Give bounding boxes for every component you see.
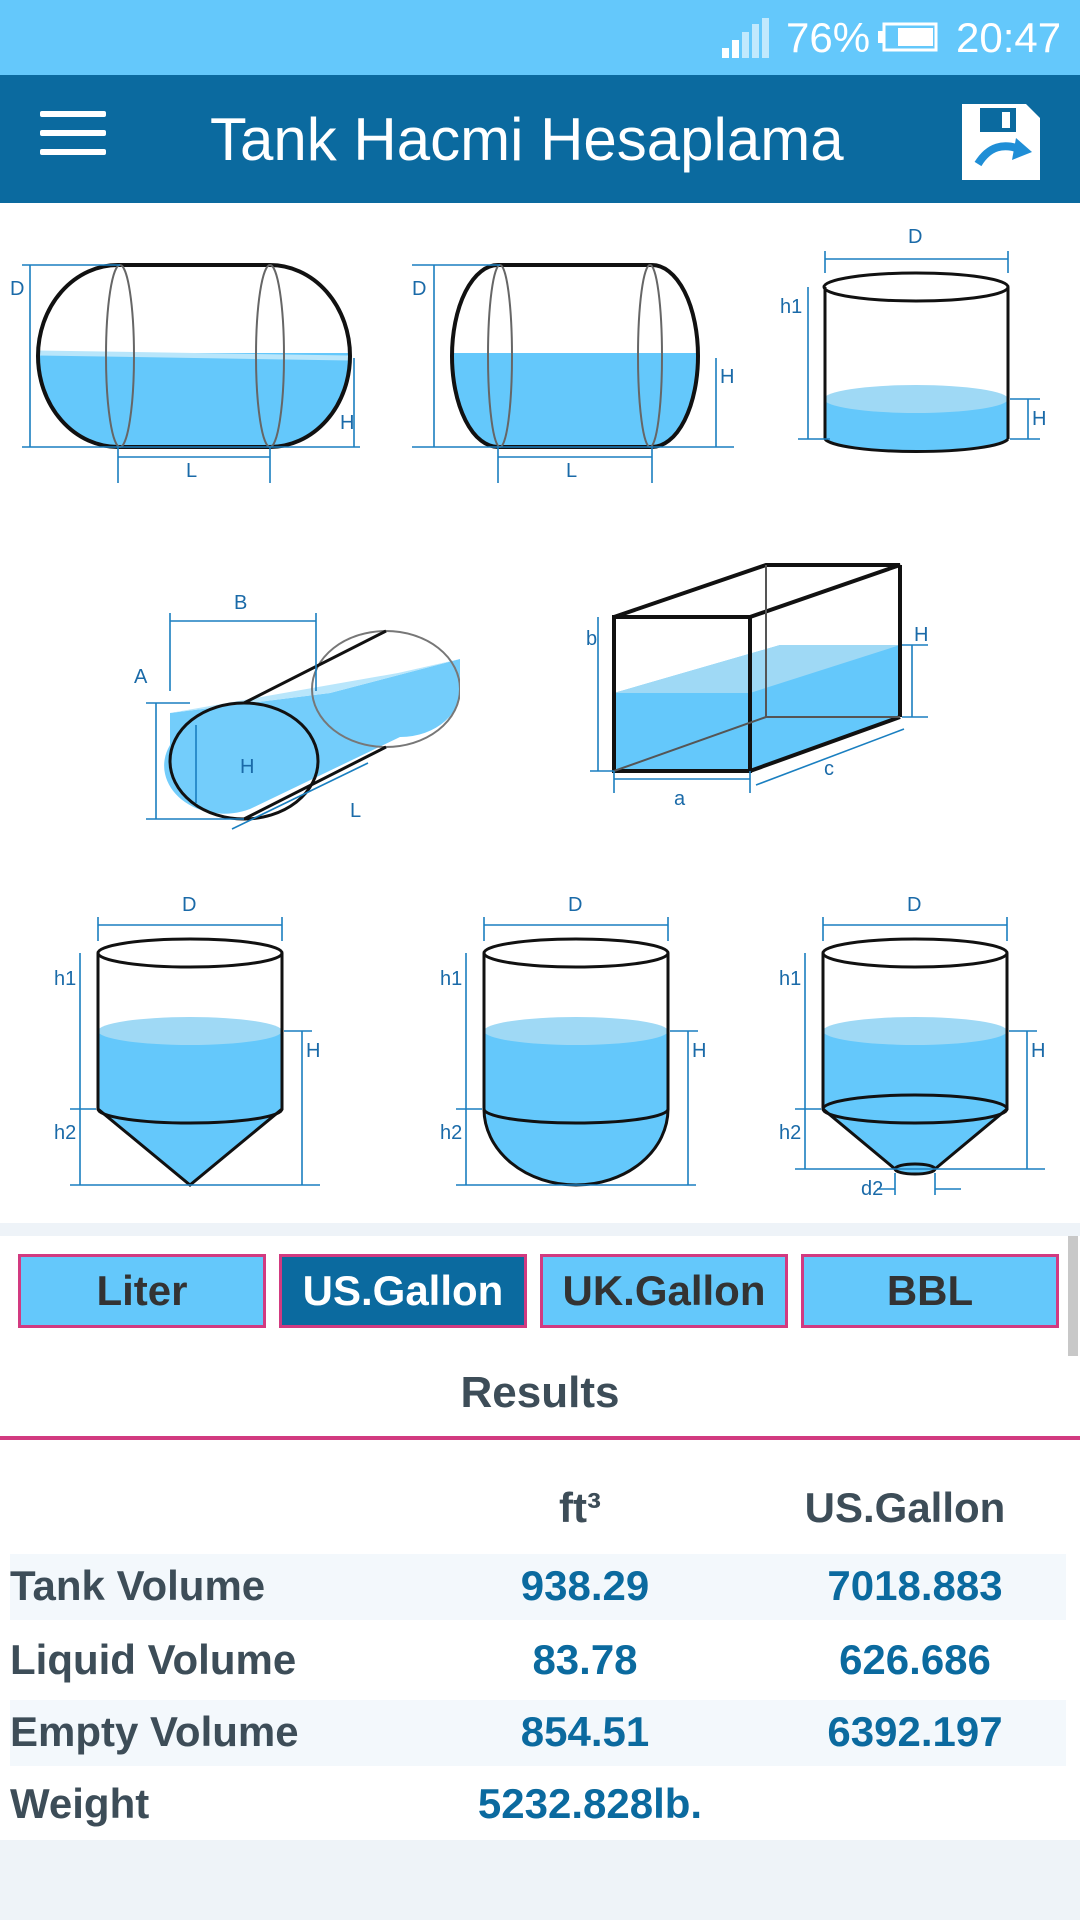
dim-label-H: H [306, 1040, 320, 1062]
results-title: Results [460, 1368, 620, 1417]
dim-label-b: b [586, 628, 597, 650]
dim-label-c: c [824, 758, 834, 780]
battery-icon [878, 22, 938, 52]
dim-label-h2: h2 [440, 1122, 462, 1144]
page-title: Tank Hacmi Hesaplama [210, 106, 844, 173]
tank-elliptical[interactable]: B A H L [130, 573, 460, 833]
results-divider [0, 1436, 1080, 1440]
dim-label-H: H [1032, 408, 1046, 430]
result-value-ft3: 938.29 [520, 1562, 650, 1609]
dim-label-H: H [914, 624, 928, 646]
result-row-tank-volume: Tank Volume 938.29 7018.883 [10, 1554, 1066, 1620]
result-label: Liquid Volume [10, 1636, 297, 1683]
tank-dish-bottom[interactable]: D h1 h2 H [426, 893, 726, 1193]
dim-label-H: H [720, 366, 734, 388]
dim-label-h2: h2 [54, 1122, 76, 1144]
result-value-ft3: 83.78 [532, 1636, 638, 1683]
dim-label-D: D [412, 278, 426, 300]
dim-label-L: L [186, 460, 197, 482]
status-bar: 76% 20:47 [0, 0, 1080, 75]
dim-label-d2: d2 [861, 1178, 883, 1200]
results-panel: Results ft³ US.Gallon Tank Volume 938.29… [0, 1356, 1080, 1840]
dim-label-L: L [350, 800, 361, 822]
tank-rectangular[interactable]: b a c H [570, 553, 940, 823]
result-label: Empty Volume [10, 1708, 299, 1755]
result-row-liquid-volume: Liquid Volume 83.78 626.686 [10, 1628, 1066, 1694]
dim-label-D: D [182, 894, 196, 916]
result-label: Weight [10, 1780, 150, 1827]
dim-label-h1: h1 [779, 968, 801, 990]
tank-vertical-cylinder[interactable]: D h1 H [770, 203, 1080, 483]
tank-capsule[interactable]: D H L [0, 203, 380, 483]
unit-button-liter[interactable]: Liter [18, 1254, 266, 1328]
dim-label-H: H [240, 756, 254, 778]
app-bar: Tank Hacmi Hesaplama [0, 75, 1080, 203]
dim-label-h1: h1 [440, 968, 462, 990]
dim-label-H: H [340, 412, 354, 434]
result-row-empty-volume: Empty Volume 854.51 6392.197 [10, 1700, 1066, 1766]
tank-diagrams: D H L D H L D h1 H B A H L b a c H D h1 … [0, 203, 1080, 1223]
dim-label-L: L [566, 460, 577, 482]
tank-truncated-cone-bottom[interactable]: D h1 h2 H d2 [765, 893, 1065, 1213]
unit-button-uk-gallon[interactable]: UK.Gallon [540, 1254, 788, 1328]
clock: 20:47 [956, 14, 1062, 61]
tank-cone-bottom[interactable]: D h1 h2 H [40, 893, 340, 1193]
scrollbar[interactable] [1068, 1236, 1078, 1356]
unit-button-us-gallon[interactable]: US.Gallon [279, 1254, 527, 1328]
tank-horizontal-cylinder[interactable]: D H L [400, 203, 750, 483]
save-icon[interactable] [960, 102, 1042, 182]
dim-label-H: H [692, 1040, 706, 1062]
dim-label-D: D [908, 226, 922, 248]
dim-label-a: a [674, 788, 686, 810]
dim-label-A: A [134, 666, 148, 688]
result-value-gallon: 7018.883 [827, 1562, 1003, 1609]
battery-percent: 76% [786, 14, 871, 61]
menu-icon[interactable] [40, 111, 106, 167]
dim-label-h1: h1 [780, 296, 802, 318]
dim-label-H: H [1031, 1040, 1045, 1062]
result-value-ft3: 854.51 [520, 1708, 650, 1755]
signal-icon [722, 18, 769, 58]
result-label: Tank Volume [10, 1562, 266, 1609]
result-value-gallon: 6392.197 [827, 1708, 1003, 1755]
column-header-gallon: US.Gallon [804, 1484, 1006, 1531]
dim-label-h2: h2 [779, 1122, 801, 1144]
unit-selector: Liter US.Gallon UK.Gallon BBL [0, 1236, 1080, 1356]
dim-label-D: D [10, 278, 24, 300]
result-value-weight: 5232.828lb. [477, 1780, 703, 1827]
dim-label-D: D [568, 894, 582, 916]
column-header-ft3: ft³ [559, 1484, 601, 1531]
result-value-gallon: 626.686 [839, 1636, 991, 1683]
result-row-weight: Weight 5232.828lb. [10, 1772, 1066, 1838]
dim-label-B: B [234, 592, 247, 614]
dim-label-D: D [907, 894, 921, 916]
dim-label-h1: h1 [54, 968, 76, 990]
unit-button-bbl[interactable]: BBL [801, 1254, 1059, 1328]
